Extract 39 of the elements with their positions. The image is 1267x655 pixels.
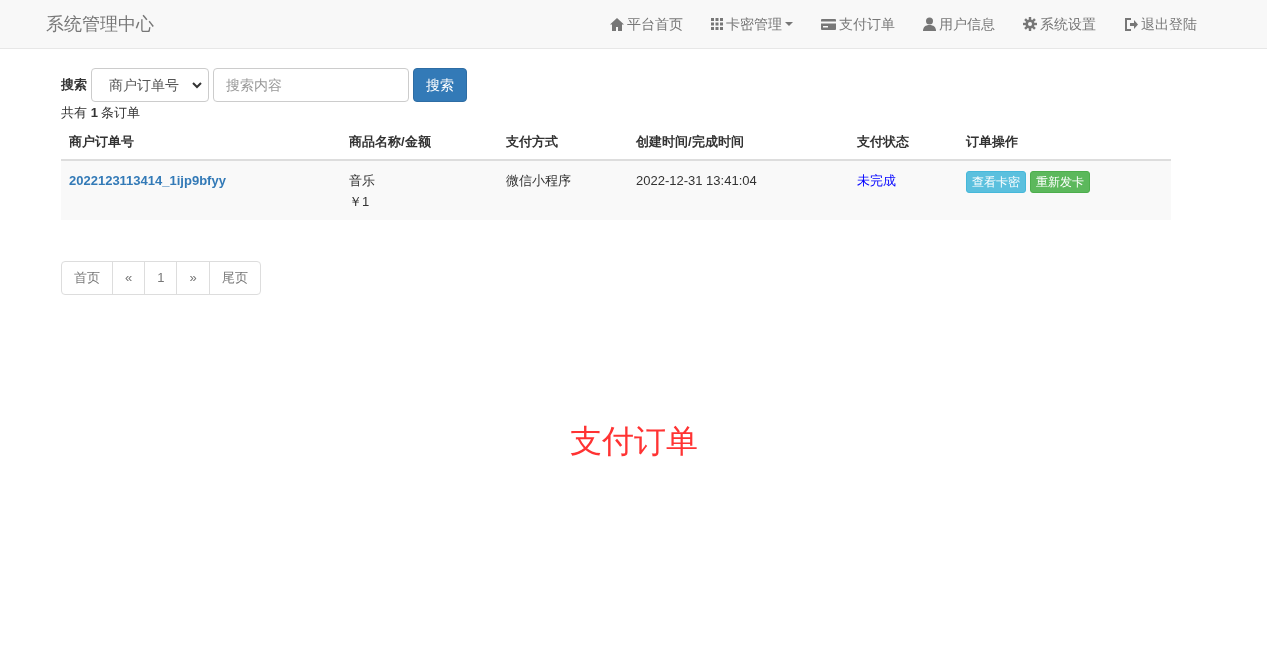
- search-field[interactable]: 搜索内容: [213, 68, 409, 102]
- pagination-link[interactable]: »: [176, 262, 209, 295]
- pagination-link[interactable]: 首页: [62, 262, 112, 295]
- column-header: 创建时间/完成时间: [628, 123, 849, 160]
- nav-link[interactable]: 退出登陆: [1124, 13, 1197, 35]
- brand-title[interactable]: 系统管理中心: [46, 10, 154, 38]
- order-count-text: 共有 1 条订单: [61, 104, 142, 122]
- settings-icon: [1023, 17, 1037, 31]
- grid-icon: [711, 18, 723, 30]
- nav-link[interactable]: 支付订单: [821, 13, 895, 35]
- nav-link[interactable]: 用户信息: [923, 13, 995, 35]
- caret-icon: [785, 22, 793, 26]
- nav-link[interactable]: 平台首页: [610, 13, 683, 35]
- search-label: 搜索: [61, 76, 87, 95]
- payment-status: 未完成: [857, 173, 896, 188]
- table-cell: 微信小程序: [498, 160, 628, 220]
- nav-link[interactable]: 系统设置: [1023, 13, 1096, 35]
- search-type-select[interactable]: 商户订单号: [91, 68, 209, 102]
- pagination-link[interactable]: 尾页: [208, 262, 260, 295]
- nav-link[interactable]: 卡密管理: [711, 13, 793, 35]
- credit-card-icon: [821, 18, 836, 30]
- logout-icon: [1124, 17, 1138, 31]
- column-header: 支付状态: [849, 123, 958, 160]
- reissue-card-button[interactable]: 重新发卡: [1030, 171, 1090, 193]
- order-number-link[interactable]: 2022123113414_1ijp9bfyy: [69, 173, 226, 188]
- product-amount: ￥1: [349, 192, 371, 211]
- user-icon: [923, 17, 936, 31]
- chevron-down-icon: [192, 81, 202, 89]
- home-icon: [610, 17, 624, 31]
- column-header: 商品名称/金额: [341, 123, 498, 160]
- search-button[interactable]: 搜索: [413, 68, 467, 102]
- pagination-link[interactable]: 1: [144, 262, 177, 295]
- table-cell: 2022-12-31 13:41:04: [628, 160, 849, 220]
- pagination-link[interactable]: «: [112, 262, 145, 295]
- column-header: 商户订单号: [61, 123, 341, 160]
- column-header: 订单操作: [958, 123, 1171, 160]
- column-header: 支付方式: [498, 123, 628, 160]
- page-heading: 支付订单: [569, 422, 698, 462]
- product-name: 音乐: [349, 172, 376, 190]
